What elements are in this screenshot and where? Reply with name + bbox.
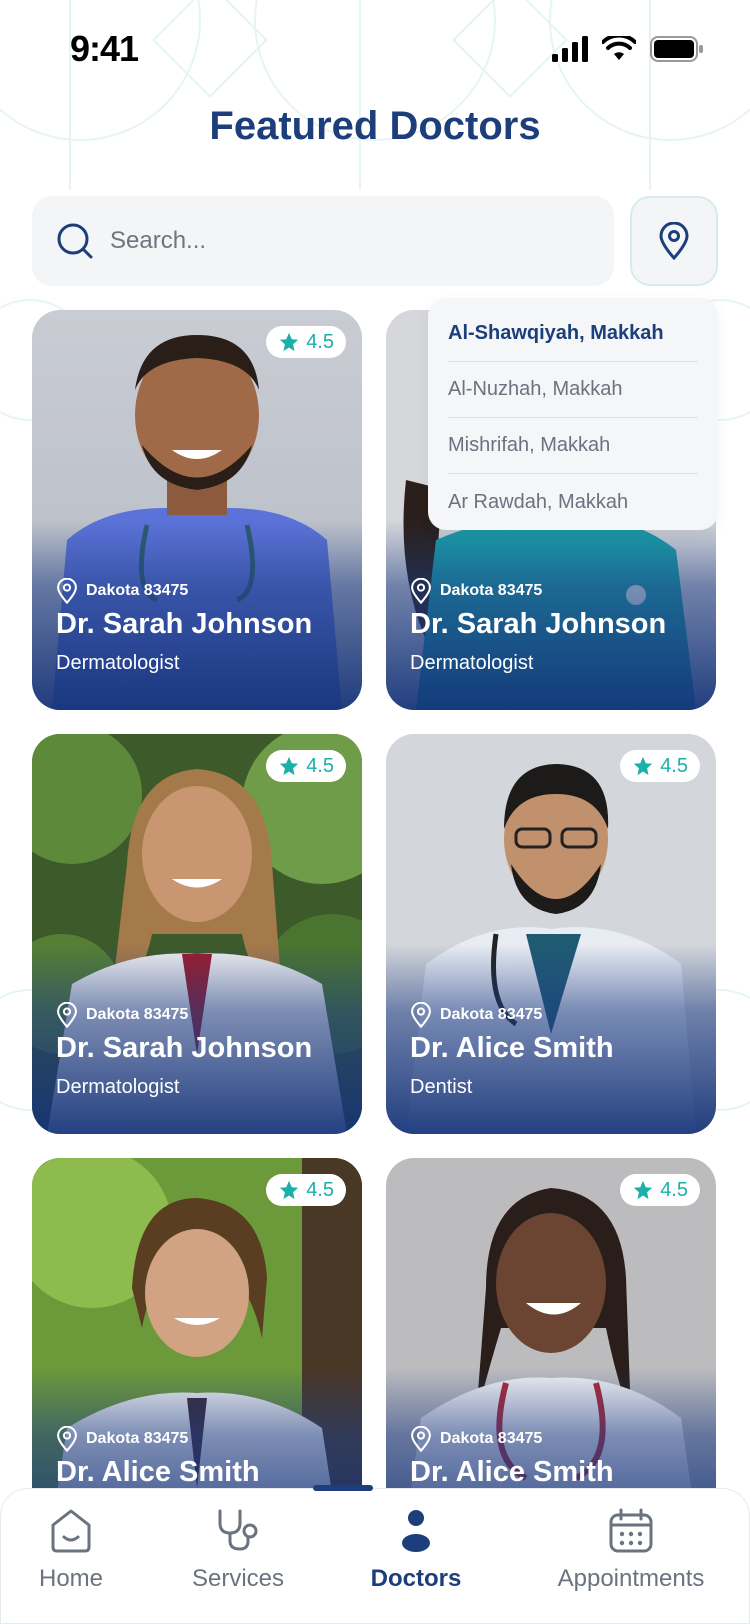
person-icon bbox=[402, 1510, 430, 1552]
dropdown-option[interactable]: Ar Rawdah, Makkah bbox=[448, 474, 698, 530]
stethoscope-icon bbox=[218, 1509, 258, 1551]
tab-doctors[interactable]: Doctors bbox=[366, 1507, 466, 1593]
search-bar[interactable] bbox=[32, 196, 614, 286]
tab-appointments[interactable]: Appointments bbox=[541, 1507, 721, 1593]
tab-label: Appointments bbox=[557, 1565, 705, 1592]
active-tab-indicator bbox=[313, 1485, 373, 1491]
doctor-card[interactable]: 4.5 Dakota 83475 Dr. Sarah Johnson Derma… bbox=[32, 734, 362, 1134]
doctor-specialty: Dermatologist bbox=[410, 652, 534, 674]
tab-services[interactable]: Services bbox=[183, 1507, 293, 1593]
rating-badge: 4.5 bbox=[266, 750, 346, 782]
location-pin-icon bbox=[411, 578, 431, 604]
doctor-name: Dr. Sarah Johnson bbox=[56, 1032, 313, 1064]
doctor-card[interactable]: 4.5 Dakota 83475 Dr. Sarah Johnson Derma… bbox=[32, 310, 362, 710]
rating-value: 4.5 bbox=[306, 754, 334, 777]
tab-label: Services bbox=[191, 1565, 285, 1592]
doctor-specialty: Dermatologist bbox=[56, 652, 180, 674]
location-pin-icon bbox=[57, 1426, 77, 1452]
bottom-tab-bar: Home Services Doctors Appointments bbox=[0, 1485, 750, 1624]
rating-value: 4.5 bbox=[660, 754, 688, 777]
location-text: Dakota 83475 bbox=[440, 1430, 543, 1447]
rating-value: 4.5 bbox=[306, 330, 334, 353]
doctor-name: Dr. Sarah Johnson bbox=[56, 608, 313, 640]
doctor-location: Dakota 83475 bbox=[410, 1426, 542, 1452]
location-pin-icon bbox=[57, 578, 77, 604]
doctor-location: Dakota 83475 bbox=[410, 1002, 542, 1028]
doctor-location: Dakota 83475 bbox=[56, 1426, 188, 1452]
wifi-icon bbox=[602, 36, 636, 60]
location-dropdown: Al-Shawqiyah, Makkah Al-Nuzhah, Makkah M… bbox=[428, 298, 718, 530]
location-text: Dakota 83475 bbox=[86, 1430, 189, 1447]
location-filter-button[interactable] bbox=[630, 196, 718, 286]
status-icons bbox=[552, 36, 704, 62]
location-pin-icon bbox=[659, 222, 689, 260]
doctor-name: Dr. Alice Smith bbox=[56, 1456, 260, 1488]
doctor-name: Dr. Sarah Johnson bbox=[410, 608, 667, 640]
star-icon bbox=[280, 1180, 299, 1200]
search-icon bbox=[57, 223, 93, 259]
doctor-name: Dr. Alice Smith bbox=[410, 1456, 614, 1488]
doctor-name: Dr. Alice Smith bbox=[410, 1032, 614, 1064]
rating-value: 4.5 bbox=[660, 1178, 688, 1201]
dropdown-option[interactable]: Al-Nuzhah, Makkah bbox=[448, 362, 698, 418]
star-icon bbox=[280, 332, 299, 352]
rating-badge: 4.5 bbox=[266, 1174, 346, 1206]
tab-label: Home bbox=[38, 1565, 104, 1592]
location-text: Dakota 83475 bbox=[86, 582, 189, 599]
battery-icon bbox=[650, 36, 703, 62]
status-bar: 9:41 bbox=[0, 0, 750, 100]
page-title: Featured Doctors bbox=[209, 104, 541, 148]
star-icon bbox=[280, 756, 299, 776]
location-text: Dakota 83475 bbox=[440, 582, 543, 599]
dropdown-option[interactable]: Mishrifah, Makkah bbox=[448, 418, 698, 474]
signal-icon bbox=[552, 36, 588, 62]
doctor-location: Dakota 83475 bbox=[56, 578, 188, 604]
location-pin-icon bbox=[411, 1426, 431, 1452]
doctor-location: Dakota 83475 bbox=[56, 1002, 188, 1028]
doctor-card[interactable]: 4.5 Dakota 83475 Dr. Alice Smith Dentist bbox=[386, 734, 716, 1134]
doctor-specialty: Dermatologist bbox=[56, 1076, 180, 1098]
tab-label: Doctors bbox=[370, 1565, 462, 1592]
tab-home[interactable]: Home bbox=[31, 1507, 111, 1593]
star-icon bbox=[634, 1180, 653, 1200]
star-icon bbox=[634, 756, 653, 776]
dropdown-option[interactable]: Al-Shawqiyah, Makkah bbox=[448, 306, 698, 362]
status-time: 9:41 bbox=[70, 28, 139, 69]
calendar-icon bbox=[609, 1508, 653, 1553]
search-input[interactable] bbox=[110, 227, 590, 255]
rating-badge: 4.5 bbox=[620, 1174, 700, 1206]
rating-badge: 4.5 bbox=[620, 750, 700, 782]
location-pin-icon bbox=[411, 1002, 431, 1028]
home-icon bbox=[51, 1509, 91, 1553]
doctor-location: Dakota 83475 bbox=[410, 578, 542, 604]
rating-badge: 4.5 bbox=[266, 326, 346, 358]
doctor-specialty: Dentist bbox=[410, 1076, 473, 1098]
location-text: Dakota 83475 bbox=[86, 1006, 189, 1023]
location-text: Dakota 83475 bbox=[440, 1006, 543, 1023]
location-pin-icon bbox=[57, 1002, 77, 1028]
rating-value: 4.5 bbox=[306, 1178, 334, 1201]
